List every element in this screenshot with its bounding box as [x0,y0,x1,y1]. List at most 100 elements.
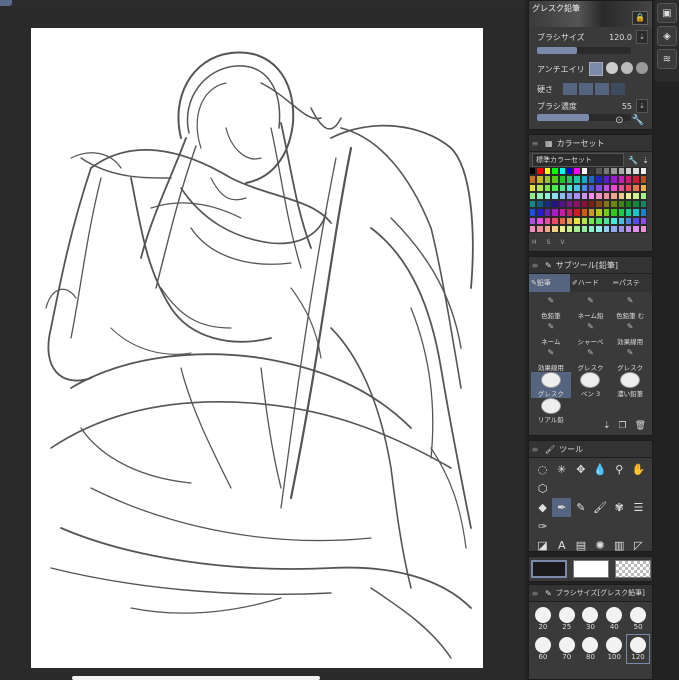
color-swatch[interactable] [595,224,603,233]
color-swatch[interactable] [639,191,647,200]
color-swatch[interactable] [595,208,603,217]
color-swatch[interactable] [551,191,559,200]
color-swatch[interactable] [595,167,603,176]
brush-size-preset[interactable]: 25 [555,604,579,634]
color-swatch[interactable] [610,167,618,176]
color-swatch[interactable] [543,167,552,176]
sub-tool-item[interactable]: ✎ 色鉛筆 [531,294,571,320]
sub-tool-item[interactable]: ✎ 色鉛筆 む [610,294,650,320]
color-swatch[interactable] [565,216,574,225]
color-swatch[interactable] [610,216,618,225]
color-swatch[interactable] [558,191,566,200]
color-swatch[interactable] [624,200,633,209]
fill-icon[interactable]: ◪ [533,536,552,555]
color-swatch[interactable] [543,183,552,192]
color-swatch[interactable] [639,200,647,209]
color-swatch[interactable] [551,200,559,209]
density-dropdown-icon[interactable]: ⇣ [636,99,648,113]
brush-icon[interactable]: 🖌 [590,498,609,517]
airbrush-icon[interactable]: ✾ [610,498,629,517]
color-swatch[interactable] [624,216,633,225]
color-swatch[interactable] [529,191,537,200]
color-swatch[interactable] [632,216,640,225]
color-swatch[interactable] [536,224,544,233]
color-swatch[interactable] [639,208,647,217]
color-swatch[interactable] [610,191,618,200]
color-swatch[interactable] [595,175,603,184]
color-set-settings-icon[interactable]: 🔧 [628,156,638,165]
color-set-select[interactable]: 標準カラーセット [532,153,625,167]
color-swatch[interactable] [536,208,544,217]
color-swatch[interactable] [529,216,537,225]
brush-size-preset[interactable]: 50 [626,604,650,634]
color-swatch[interactable] [558,167,566,176]
eraser-icon[interactable]: ◆ [533,498,552,517]
color-swatch[interactable] [558,200,566,209]
color-swatch[interactable] [529,200,537,209]
sub-tool-item[interactable]: ✎ グレスク [610,346,650,372]
color-swatch[interactable] [602,183,611,192]
color-swatch[interactable] [632,183,640,192]
layer-property-icon[interactable]: ◈ [657,26,677,46]
frame-icon[interactable]: ▥ [610,536,629,555]
color-swatch[interactable] [573,183,581,192]
color-swatch[interactable] [558,224,566,233]
sub-tool-item[interactable]: ✎ グレスク [571,346,611,372]
color-swatch[interactable] [588,216,596,225]
hsv-s-label[interactable]: S [547,239,551,249]
color-swatch[interactable] [565,191,574,200]
color-swatch[interactable] [580,224,588,233]
reset-icon[interactable]: ⊙ [615,115,623,129]
antialias-none-icon[interactable] [588,62,603,76]
sub-tool-item[interactable]: ✎ シャーペ [571,320,611,346]
brush-size-row[interactable]: ブラシサイズ 120.0 ⇣ [529,27,652,47]
color-swatch[interactable] [632,167,640,176]
move-icon[interactable]: ✥ [571,460,590,479]
sub-tool-item[interactable]: グレスク [531,372,571,398]
brush-size-preset[interactable]: 60 [531,634,555,664]
color-swatch[interactable] [588,183,596,192]
color-swatch[interactable] [617,191,625,200]
color-swatch[interactable] [639,167,647,176]
hardness-step-1[interactable] [563,83,577,95]
color-swatch[interactable] [632,175,640,184]
sub-tool-item[interactable]: 濃い鉛筆 [610,372,650,398]
color-swatch[interactable] [602,191,611,200]
color-swatch[interactable] [617,216,625,225]
color-swatch[interactable] [580,191,588,200]
color-swatch[interactable] [602,216,611,225]
settings-wrench-icon[interactable]: 🔧 [632,115,644,129]
color-swatch[interactable] [529,167,537,176]
brush-size-preset[interactable]: 20 [531,604,555,634]
blend-icon[interactable]: ✑ [533,517,552,536]
color-swatch[interactable] [551,208,559,217]
color-swatch[interactable] [639,216,647,225]
color-swatch[interactable] [558,175,566,184]
color-swatch[interactable] [565,224,574,233]
color-swatch[interactable] [543,191,552,200]
hand-icon[interactable]: ✋ [629,460,648,479]
color-swatch[interactable] [573,191,581,200]
color-swatch[interactable] [595,183,603,192]
color-swatch[interactable] [573,224,581,233]
brush-size-preset[interactable]: 70 [555,634,579,664]
color-swatch[interactable] [610,175,618,184]
hardness-step-4[interactable] [611,83,625,95]
color-set-import-icon[interactable]: ⇣ [642,156,649,165]
antialias-high-icon[interactable] [635,62,648,74]
color-swatch[interactable] [595,191,603,200]
color-swatch[interactable] [639,175,647,184]
magic-wand-icon[interactable]: ✳ [552,460,571,479]
antialias-low-icon[interactable] [605,62,618,74]
sub-tool-item[interactable]: ✎ 効果線用 [610,320,650,346]
ruler-icon[interactable]: ✺ [590,536,609,555]
color-swatch[interactable] [551,183,559,192]
color-swatch[interactable] [602,200,611,209]
color-swatch[interactable] [573,200,581,209]
color-swatch[interactable] [610,183,618,192]
color-swatch[interactable] [617,183,625,192]
brush-size-preset[interactable]: 80 [579,634,603,664]
color-swatch[interactable] [536,191,544,200]
transparent-color-swatch[interactable] [615,560,651,578]
color-swatch[interactable] [617,200,625,209]
